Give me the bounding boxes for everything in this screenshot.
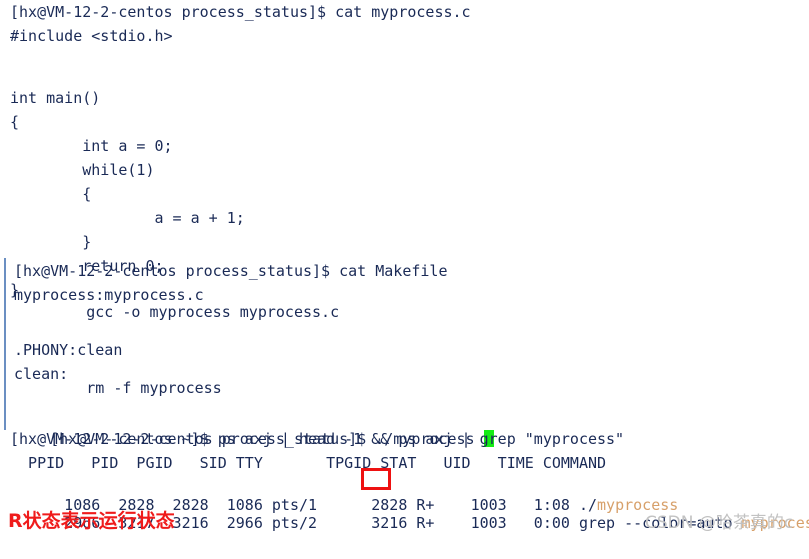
makefile-line-gcc: gcc -o myprocess myprocess.c (14, 303, 340, 321)
source-line-declare-a: int a = 0; (10, 137, 173, 155)
prompt-cat-source: [hx@VM-12-2-centos process_status]$ cat … (10, 3, 471, 21)
source-line-loop-close-brace: } (10, 233, 92, 251)
source-line-increment: a = a + 1; (10, 209, 245, 227)
stat-highlight-box (361, 468, 391, 490)
source-line-loop-open-brace: { (10, 185, 92, 203)
prompt-ps-command: [hx@VM-12-2-centos ~]$ ps axj | head -1 … (10, 430, 625, 448)
left-margin-rule (4, 258, 6, 430)
csdn-watermark: CSDN @哈茶真的c (645, 513, 794, 533)
terminal-screenshot: [hx@VM-12-2-centos process_status]$ cat … (0, 0, 809, 541)
source-line-open-brace: { (10, 113, 20, 131)
source-line-while: while(1) (10, 161, 155, 179)
makefile-line-rm: rm -f myprocess (14, 379, 222, 397)
makefile-line-phony: .PHONY:clean (14, 341, 123, 359)
prompt-cat-makefile: [hx@VM-12-2-centos process_status]$ cat … (14, 262, 448, 280)
prompt-run-program: [hx@VM-12-2-centos process_status]$ ./my… (14, 403, 494, 448)
source-line-include: #include <stdio.h> (10, 27, 173, 45)
annotation-note: R状态表示运行状态 (8, 510, 175, 532)
source-line-main: int main() (10, 89, 101, 107)
